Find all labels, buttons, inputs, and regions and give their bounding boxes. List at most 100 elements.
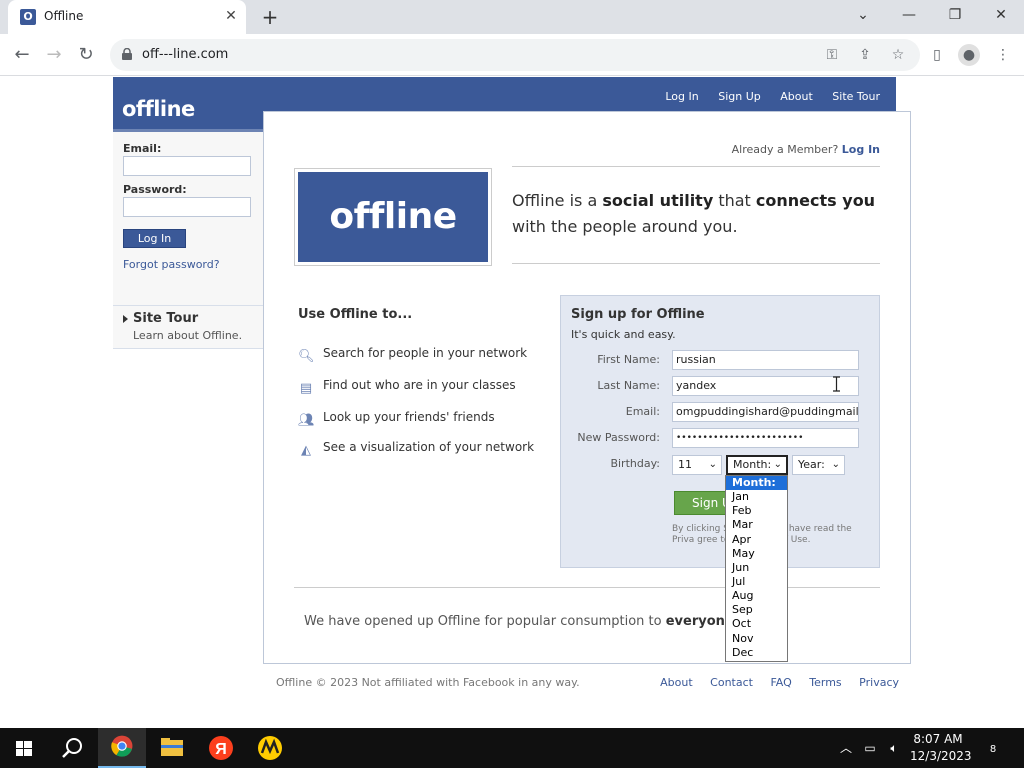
hero-logo-frame: offline [294, 168, 492, 266]
triangle-right-icon [123, 315, 128, 323]
month-option[interactable]: Apr [726, 533, 787, 547]
new-password-label: New Password: [577, 431, 660, 444]
profile-avatar-icon[interactable]: ● [958, 44, 980, 66]
site-logo[interactable]: offline [122, 97, 195, 121]
signup-title: Sign up for Offline [571, 307, 705, 322]
footer-privacy-link[interactable]: Privacy [859, 676, 899, 689]
month-option[interactable]: Jan [726, 490, 787, 504]
month-option[interactable]: Sep [726, 603, 787, 617]
back-icon[interactable]: ← [8, 42, 36, 68]
month-option[interactable]: Oct [726, 617, 787, 631]
chrome-icon[interactable] [98, 728, 146, 768]
browser-tabbar: O Offline ✕ + ⌄ — ❐ ✕ [0, 0, 1024, 34]
notification-count: 8 [989, 744, 997, 755]
volume-muted-icon[interactable]: 🔈︎ [884, 728, 904, 768]
text-cursor-icon [833, 376, 840, 392]
clock-time[interactable]: 8:07 AM [910, 732, 966, 746]
bookmark-star-icon[interactable]: ☆ [888, 45, 908, 65]
footer-terms-link[interactable]: Terms [809, 676, 841, 689]
site-tour-title[interactable]: Site Tour [133, 311, 198, 326]
use-item-search: 🔍︎ Search for people in your network [298, 346, 527, 365]
tagline-text-3: with the people around you. [512, 217, 738, 236]
month-option[interactable]: Jun [726, 561, 787, 575]
month-option[interactable]: Feb [726, 504, 787, 518]
network-status-icon[interactable]: ▭ [860, 728, 880, 768]
browser-tab[interactable]: O Offline ✕ [8, 0, 246, 34]
footer-contact-link[interactable]: Contact [710, 676, 753, 689]
tray-chevron-up-icon[interactable]: ︿ [838, 728, 854, 768]
month-option[interactable]: Jul [726, 575, 787, 589]
top-nav: Log In Sign Up About Site Tour [649, 90, 880, 103]
search-icon[interactable] [48, 728, 96, 768]
new-password-input[interactable]: •••••••••••••••••••••••• [672, 428, 859, 448]
everyone-message: We have opened up Offline for popular co… [304, 614, 738, 629]
member-login-link[interactable]: Log In [842, 143, 880, 156]
tab-close-icon[interactable]: ✕ [222, 7, 240, 25]
main-content: Already a Member? Log In offline Offline… [263, 111, 911, 664]
clock-date[interactable]: 12/3/2023 [910, 749, 972, 763]
tagline-bold-1: social utility [602, 191, 714, 210]
member-prompt-text: Already a Member? [731, 143, 839, 156]
forgot-password-link[interactable]: Forgot password? [123, 258, 220, 271]
windows-start-icon[interactable] [0, 728, 48, 768]
nav-sitetour-link[interactable]: Site Tour [832, 90, 880, 103]
use-item-friends: 👥︎ Look up your friends' friends [298, 410, 495, 429]
site-tour-subtitle: Learn about Offline. [133, 329, 243, 342]
month-option[interactable]: May [726, 547, 787, 561]
new-tab-icon[interactable]: + [256, 4, 284, 30]
sidebar-password-input[interactable] [123, 197, 251, 217]
notifications-icon[interactable]: 8 [980, 728, 1006, 768]
footer-about-link[interactable]: About [660, 676, 693, 689]
minimize-icon[interactable]: — [886, 0, 932, 30]
first-name-input[interactable]: russian [672, 350, 859, 370]
nav-signup-link[interactable]: Sign Up [718, 90, 761, 103]
windows-taskbar: Я ︿ ▭ 🔈︎ 8:07 AM 12/3/2023 8 [0, 728, 1024, 768]
sidebar-email-input[interactable] [123, 156, 251, 176]
month-option[interactable]: Mar [726, 518, 787, 532]
month-option[interactable]: Month: [726, 476, 787, 491]
sidebar-email-label: Email: [123, 142, 162, 155]
side-panel-icon[interactable]: ▯ [926, 44, 948, 66]
share-icon[interactable]: ⇪ [855, 45, 875, 65]
yandex-market-icon[interactable] [246, 728, 294, 768]
classes-icon: ▤ [299, 381, 313, 396]
yandex-browser-icon[interactable]: Я [197, 728, 245, 768]
site-tour-box[interactable]: Site Tour Learn about Offline. [113, 305, 263, 349]
last-name-input[interactable]: yandex [672, 376, 859, 396]
menu-kebab-icon[interactable]: ⋮ [992, 44, 1014, 66]
use-item-classes: ▤ Find out who are in your classes [298, 378, 516, 397]
signup-box: Sign up for Offline It's quick and easy.… [560, 295, 880, 568]
use-item-label: Look up your friends' friends [323, 410, 495, 424]
tagline-bold-2: connects you [755, 191, 876, 210]
window-close-icon[interactable]: ✕ [978, 0, 1024, 30]
nav-login-link[interactable]: Log In [665, 90, 698, 103]
birthday-month-select[interactable]: Month: ⌄ [726, 455, 788, 475]
month-option[interactable]: Aug [726, 589, 787, 603]
chevron-down-icon: ⌄ [708, 459, 717, 470]
reload-icon[interactable]: ↻ [72, 42, 100, 68]
file-explorer-icon[interactable] [148, 728, 196, 768]
last-name-label: Last Name: [597, 379, 660, 392]
footer-links: About Contact FAQ Terms Privacy [646, 676, 899, 689]
chevron-down-icon: ⌄ [773, 459, 782, 470]
month-option[interactable]: Dec [726, 646, 787, 660]
divider [512, 166, 880, 167]
chevron-down-icon: ⌄ [831, 459, 840, 470]
email-label: Email: [625, 405, 660, 418]
forward-icon[interactable]: → [40, 42, 68, 68]
sidebar-login-button[interactable]: Log In [123, 229, 186, 248]
footer-faq-link[interactable]: FAQ [770, 676, 791, 689]
site-favicon-icon: O [20, 9, 36, 25]
restore-icon[interactable]: ❐ [932, 0, 978, 30]
birthday-day-select[interactable]: 11 ⌄ [672, 455, 722, 475]
nav-about-link[interactable]: About [780, 90, 813, 103]
tab-search-chevron-icon[interactable]: ⌄ [840, 0, 886, 30]
address-bar[interactable]: off---line.com ⚿ ⇪ ☆ [110, 39, 920, 71]
browser-toolbar: ← → ↻ off---line.com ⚿ ⇪ ☆ ▯ ● ⋮ [0, 34, 1024, 76]
email-input[interactable]: omgpuddingishard@puddingmail.xom [672, 402, 859, 422]
sidebar-password-label: Password: [123, 183, 187, 196]
birthday-year-select[interactable]: Year: ⌄ [792, 455, 845, 475]
key-icon[interactable]: ⚿ [822, 45, 842, 65]
month-option[interactable]: Nov [726, 632, 787, 646]
tab-title: Offline [44, 9, 84, 23]
